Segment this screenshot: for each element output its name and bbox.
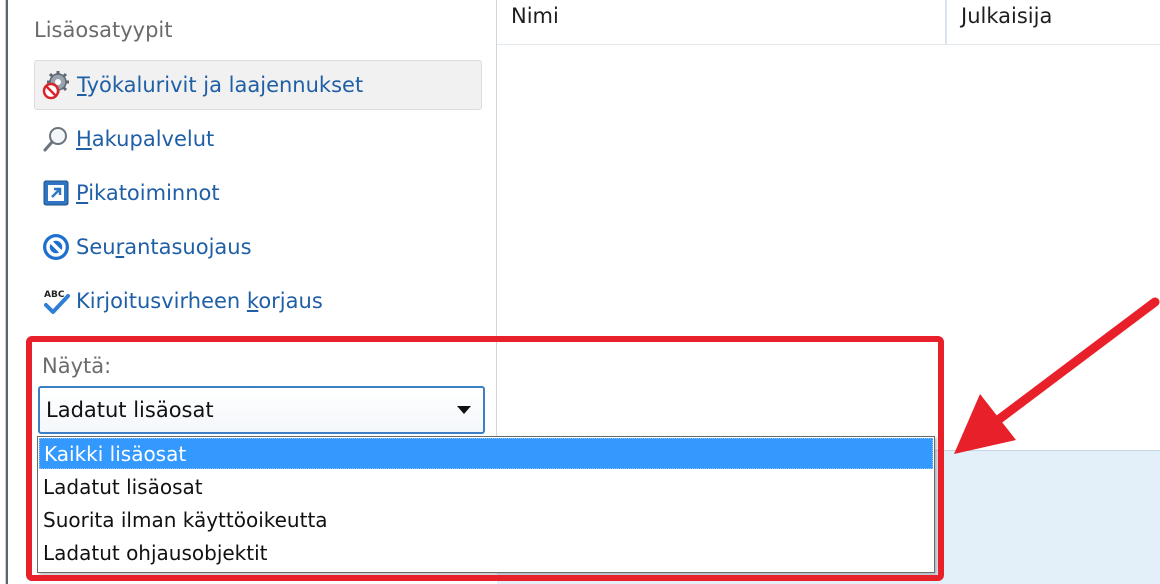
gear-toolbar-icon bbox=[41, 69, 73, 101]
chevron-down-icon bbox=[457, 406, 471, 414]
show-dropdown-value: Ladatut lisäosat bbox=[46, 398, 214, 422]
svg-text:ABC: ABC bbox=[44, 290, 65, 300]
dropdown-option-loaded-addons[interactable]: Ladatut lisäosat bbox=[39, 471, 933, 502]
accelerator-icon bbox=[40, 177, 72, 209]
red-arrow-annotation bbox=[954, 297, 1160, 454]
column-header-name[interactable]: Nimi bbox=[511, 0, 943, 44]
sidebar-item-label: Pikatoiminnot bbox=[76, 181, 220, 205]
dropdown-option-all-addons[interactable]: Kaikki lisäosat bbox=[39, 438, 933, 469]
pane-divider bbox=[496, 0, 497, 450]
sidebar-item-spelling-correction[interactable]: ABC Kirjoitusvirheen korjaus bbox=[34, 276, 482, 326]
addons-manager-window: Lisäosatyypit Työkalurivit ja laajennuks… bbox=[0, 0, 1160, 584]
show-dropdown[interactable]: Ladatut lisäosat bbox=[38, 386, 485, 434]
addons-list-header: Nimi Julkaisija bbox=[497, 0, 1160, 45]
spelling-check-icon: ABC bbox=[40, 285, 72, 317]
sidebar-item-tracking-protection[interactable]: Seurantasuojaus bbox=[34, 222, 482, 272]
sidebar-item-accelerators[interactable]: Pikatoiminnot bbox=[34, 168, 482, 218]
sidebar-item-label: Seurantasuojaus bbox=[76, 235, 252, 259]
window-left-edge bbox=[6, 0, 8, 584]
dropdown-option-run-without-permission[interactable]: Suorita ilman käyttöoikeutta bbox=[39, 504, 933, 535]
tracking-protection-icon bbox=[40, 231, 72, 263]
addon-types-title: Lisäosatyypit bbox=[34, 18, 173, 42]
sidebar-item-label: Hakupalvelut bbox=[76, 127, 215, 151]
column-header-publisher[interactable]: Julkaisija bbox=[961, 0, 1160, 44]
show-label: Näytä: bbox=[42, 354, 112, 378]
sidebar-item-search-providers[interactable]: Hakupalvelut bbox=[34, 114, 482, 164]
dropdown-option-downloaded-controls[interactable]: Ladatut ohjausobjektit bbox=[39, 537, 933, 568]
sidebar-item-label: Kirjoitusvirheen korjaus bbox=[76, 289, 323, 313]
search-icon bbox=[40, 123, 72, 155]
sidebar-item-toolbars-extensions[interactable]: Työkalurivit ja laajennukset bbox=[34, 60, 482, 110]
sidebar-item-label: Työkalurivit ja laajennukset bbox=[77, 73, 364, 97]
show-dropdown-list: Kaikki lisäosat Ladatut lisäosat Suorita… bbox=[37, 436, 935, 573]
column-separator[interactable] bbox=[945, 0, 947, 44]
